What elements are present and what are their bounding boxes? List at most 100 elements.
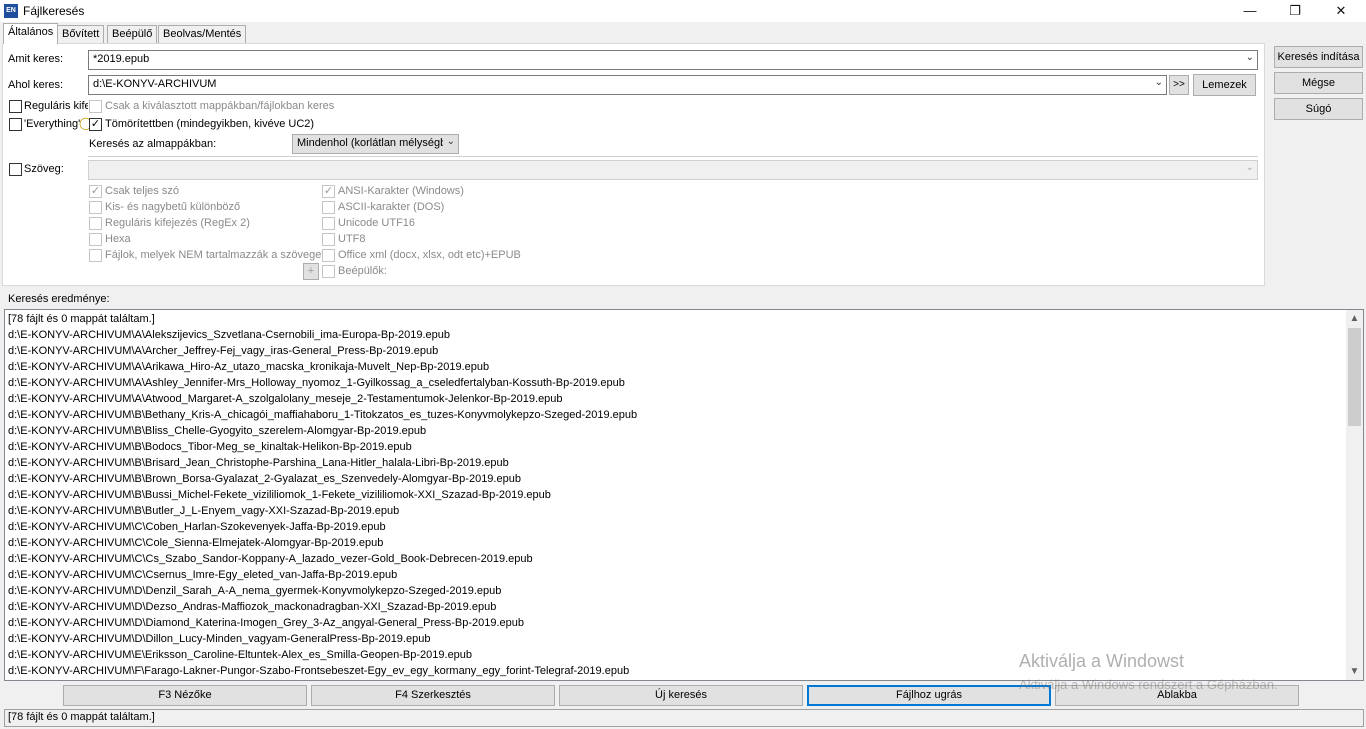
result-row[interactable]: d:\E-KONYV-ARCHIVUM\D\Dezso_Andras-Maffi… (7, 599, 1345, 615)
divider (88, 156, 1258, 157)
result-row[interactable]: d:\E-KONYV-ARCHIVUM\C\Cs_Szabo_Sandor-Ko… (7, 551, 1345, 567)
title-bar: EN Fájlkeresés — ❐ ✕ (0, 0, 1366, 22)
hex-label: Hexa (105, 233, 131, 245)
office-checkbox[interactable] (322, 249, 335, 262)
case-sensitive-checkbox[interactable] (89, 201, 102, 214)
selected-only-checkbox[interactable] (89, 100, 102, 113)
utf16-label: Unicode UTF16 (338, 217, 416, 229)
results-list-box[interactable]: [78 fájlt és 0 mappát találtam.] d:\E-KON… (4, 309, 1364, 681)
case-sensitive-label: Kis- és nagybetű különböző (105, 201, 241, 213)
search-for-value: *2019.epub (93, 53, 150, 65)
ansi-label: ANSI-Karakter (Windows) (338, 185, 464, 197)
whole-words-checkbox[interactable]: ✓ (89, 185, 102, 198)
whole-words-label: Csak teljes szó (105, 185, 179, 197)
utf16-checkbox[interactable] (322, 217, 335, 230)
regex2-label: Reguláris kifejezés (RegEx 2) (105, 217, 250, 229)
everything-checkbox[interactable] (9, 118, 22, 131)
start-search-button[interactable]: Keresés indítása (1274, 46, 1363, 68)
result-row[interactable]: d:\E-KONYV-ARCHIVUM\A\Atwood_Margaret-A_… (7, 391, 1345, 407)
result-row[interactable]: d:\E-KONYV-ARCHIVUM\C\Csernus_Imre-Egy_e… (7, 567, 1345, 583)
results-list[interactable]: [78 fájlt és 0 mappát találtam.] d:\E-KON… (7, 311, 1345, 679)
not-containing-label: Fájlok, melyek NEM tartalmazzák a szöveg… (105, 249, 325, 261)
go-to-file-button[interactable]: Fájlhoz ugrás (807, 685, 1051, 706)
result-row[interactable]: d:\E-KONYV-ARCHIVUM\B\Brisard_Jean_Chris… (7, 455, 1345, 471)
tab-advanced[interactable]: Bővített (57, 25, 105, 43)
viewer-button[interactable]: F3 Nézőke (63, 685, 307, 706)
search-for-combo[interactable]: *2019.epub ⌄ (88, 50, 1258, 70)
activation-watermark-title: Aktiválja a Windowst (1019, 651, 1185, 671)
ansi-checkbox[interactable]: ✓ (322, 185, 335, 198)
search-in-value: d:\E-KONYV-ARCHIVUM (93, 78, 217, 90)
subdirs-value: Mindenhol (korlátlan mélységbe (297, 137, 443, 149)
result-row[interactable]: d:\E-KONYV-ARCHIVUM\B\Brown_Borsa-Gyalaz… (7, 471, 1345, 487)
results-scrollbar[interactable]: ▲ ▼ (1346, 310, 1363, 680)
drives-button[interactable]: Lemezek (1193, 74, 1256, 96)
result-row[interactable]: d:\E-KONYV-ARCHIVUM\C\Cole_Sienna-Elmeja… (7, 535, 1345, 551)
window-title: Fájlkeresés (23, 4, 85, 18)
bulb-icon: ◯ (79, 116, 93, 130)
result-row[interactable]: d:\E-KONYV-ARCHIVUM\A\Arikawa_Hiro-Az_ut… (7, 359, 1345, 375)
edit-button[interactable]: F4 Szerkesztés (311, 685, 555, 706)
ascii-checkbox[interactable] (322, 201, 335, 214)
activation-watermark-text: Aktiválja a Windows rendszert a Gépházba… (1019, 677, 1278, 692)
result-row[interactable]: d:\E-KONYV-ARCHIVUM\C\Coben_Harlan-Szoke… (7, 519, 1345, 535)
utf8-checkbox[interactable] (322, 233, 335, 246)
chevron-down-icon[interactable]: ⌄ (447, 136, 455, 147)
everything-label: 'Everything' (24, 118, 81, 130)
tab-general[interactable]: Általános (3, 23, 59, 44)
text-search-combo[interactable]: ⌄ (88, 160, 1258, 180)
utf8-label: UTF8 (338, 233, 366, 245)
result-row[interactable]: d:\E-KONYV-ARCHIVUM\A\Ashley_Jennifer-Mr… (7, 375, 1345, 391)
scroll-up-icon[interactable]: ▲ (1346, 310, 1363, 327)
result-row[interactable]: d:\E-KONYV-ARCHIVUM\D\Denzil_Sarah_A-A_n… (7, 583, 1345, 599)
browse-arrows-button[interactable]: >> (1169, 75, 1189, 95)
text-search-label: Szöveg: (24, 163, 64, 175)
add-plugin-button[interactable]: + (303, 263, 319, 280)
result-row[interactable]: d:\E-KONYV-ARCHIVUM\B\Bethany_Kris-A_chi… (7, 407, 1345, 423)
cancel-button[interactable]: Mégse (1274, 72, 1363, 94)
status-bar: [78 fájlt és 0 mappát találtam.] (4, 709, 1364, 727)
not-containing-checkbox[interactable] (89, 249, 102, 262)
selected-only-label: Csak a kiválasztott mappákban/fájlokban … (105, 100, 335, 112)
scrollbar-thumb[interactable] (1348, 328, 1361, 426)
status-text: [78 fájlt és 0 mappát találtam.] (8, 711, 155, 723)
minimize-button[interactable]: — (1227, 0, 1273, 22)
tab-load-save[interactable]: Beolvas/Mentés (158, 25, 247, 43)
archives-checkbox[interactable]: ✓ (89, 118, 102, 131)
result-row[interactable]: d:\E-KONYV-ARCHIVUM\B\Bliss_Chelle-Gyogy… (7, 423, 1345, 439)
text-search-checkbox[interactable] (9, 163, 22, 176)
scroll-down-icon[interactable]: ▼ (1346, 663, 1363, 680)
chevron-down-icon[interactable]: ⌄ (1246, 52, 1254, 63)
search-in-label: Ahol keres: (8, 79, 64, 91)
search-in-combo[interactable]: d:\E-KONYV-ARCHIVUM ⌄ (88, 75, 1167, 95)
result-row[interactable]: d:\E-KONYV-ARCHIVUM\D\Dillon_Lucy-Minden… (7, 631, 1345, 647)
app-icon: EN (4, 4, 18, 18)
chevron-down-icon[interactable]: ⌄ (1246, 162, 1254, 173)
ascii-label: ASCII-karakter (DOS) (338, 201, 445, 213)
close-button[interactable]: ✕ (1318, 0, 1364, 22)
search-for-label: Amit keres: (8, 53, 64, 65)
tab-plugins[interactable]: Beépülő (107, 25, 158, 43)
result-row[interactable]: d:\E-KONYV-ARCHIVUM\B\Butler_J_L-Enyem_v… (7, 503, 1345, 519)
office-label: Office xml (docx, xlsx, odt etc)+EPUB (338, 249, 521, 261)
regex-label: Reguláris kife (24, 100, 88, 112)
subdirs-label: Keresés az almappákban: (89, 138, 217, 150)
regex-checkbox[interactable] (9, 100, 22, 113)
restore-button[interactable]: ❐ (1272, 0, 1318, 22)
result-row[interactable]: d:\E-KONYV-ARCHIVUM\B\Bodocs_Tibor-Meg_s… (7, 439, 1345, 455)
result-row[interactable]: d:\E-KONYV-ARCHIVUM\D\Diamond_Katerina-I… (7, 615, 1345, 631)
result-row[interactable]: d:\E-KONYV-ARCHIVUM\B\Bussi_Michel-Feket… (7, 487, 1345, 503)
result-row[interactable]: d:\E-KONYV-ARCHIVUM\A\Archer_Jeffrey-Fej… (7, 343, 1345, 359)
chevron-down-icon[interactable]: ⌄ (1155, 77, 1163, 88)
plugins-label: Beépülők: (338, 265, 387, 277)
plugins-checkbox[interactable] (322, 265, 335, 278)
regex2-checkbox[interactable] (89, 217, 102, 230)
hex-checkbox[interactable] (89, 233, 102, 246)
results-label: Keresés eredménye: (8, 293, 110, 305)
subdirs-combo[interactable]: Mindenhol (korlátlan mélységbe ⌄ (292, 134, 459, 154)
new-search-button[interactable]: Új keresés (559, 685, 803, 706)
result-row[interactable]: [78 fájlt és 0 mappát találtam.] (7, 311, 1345, 327)
archives-label: Tömörítettben (mindegyikben, kivéve UC2) (105, 118, 315, 130)
help-button[interactable]: Súgó (1274, 98, 1363, 120)
result-row[interactable]: d:\E-KONYV-ARCHIVUM\A\Alekszijevics_Szve… (7, 327, 1345, 343)
